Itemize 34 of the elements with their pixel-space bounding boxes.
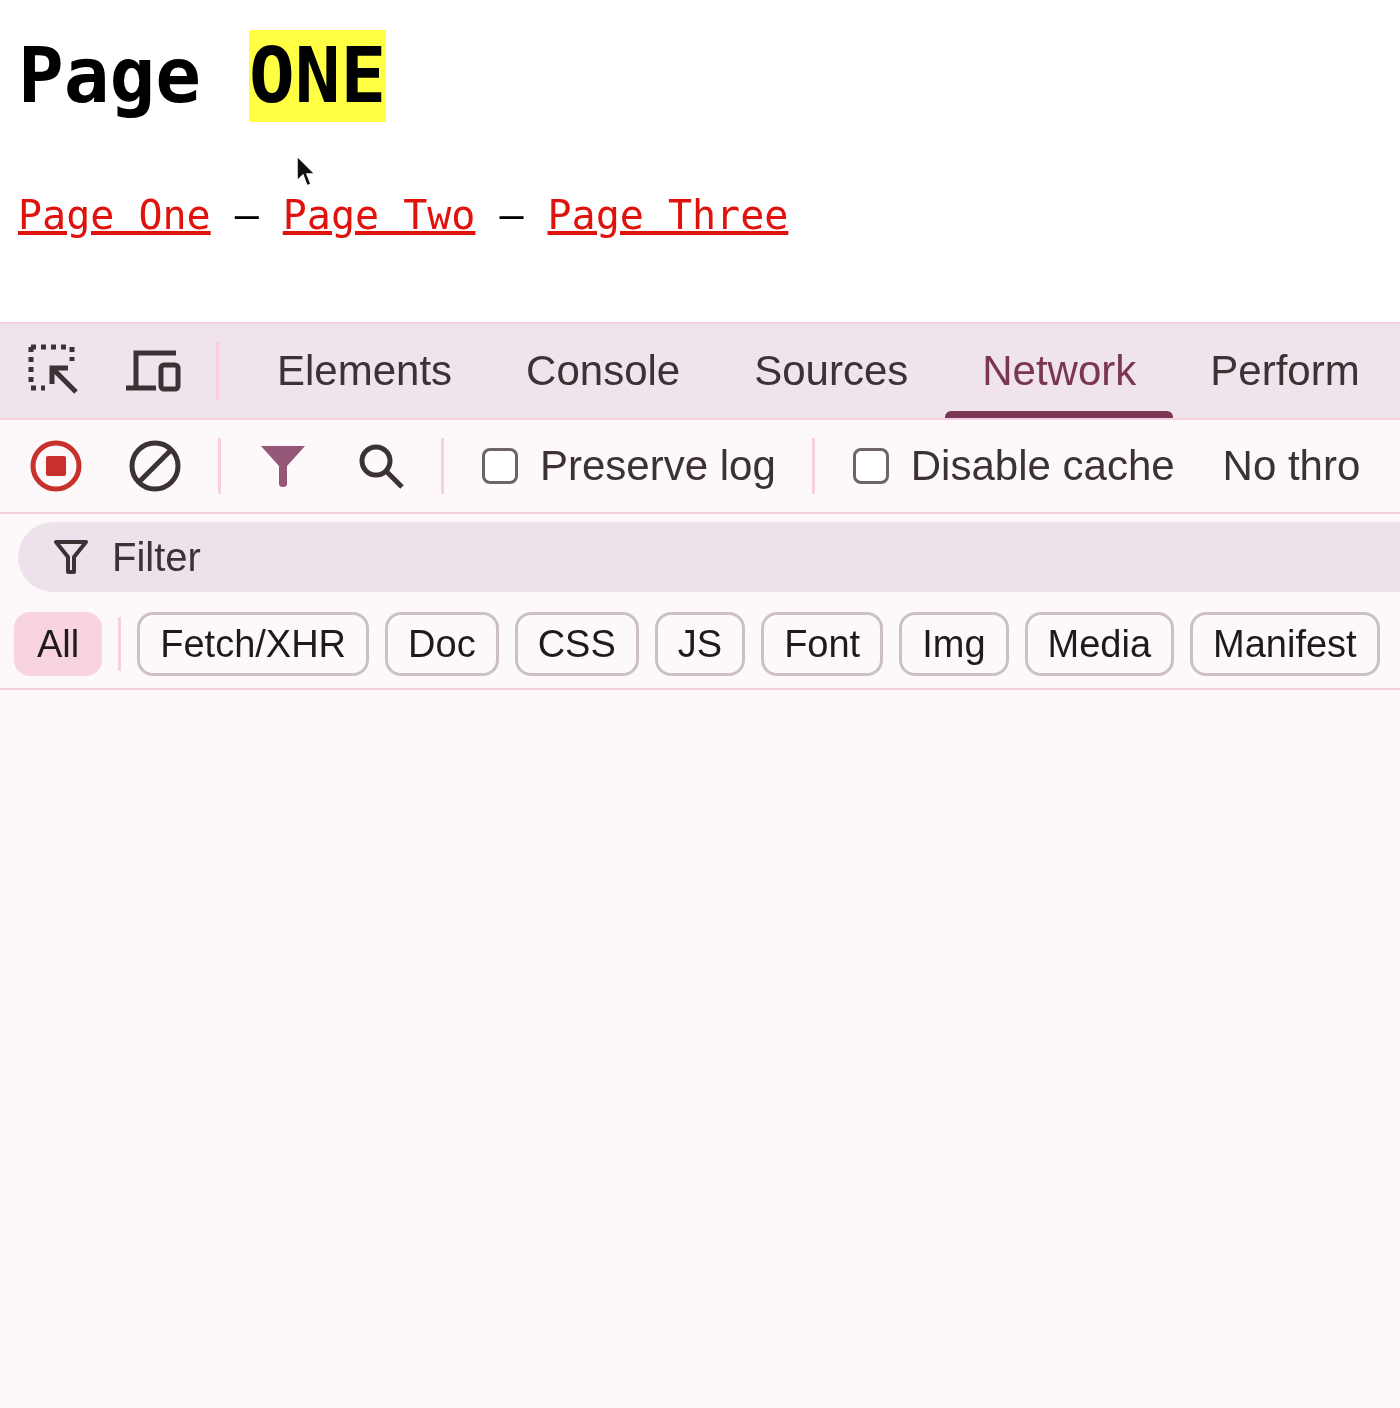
resource-type-filter[interactable]: Media <box>1024 612 1175 676</box>
resource-type-filter[interactable]: Fetch/XHR <box>137 612 370 676</box>
checkbox[interactable] <box>482 448 518 484</box>
highlighted-heading-word: ONE <box>249 30 387 122</box>
resource-type-filter[interactable]: Img <box>899 612 1009 676</box>
search-icon[interactable] <box>357 442 405 490</box>
resource-type-filter[interactable]: Font <box>761 612 884 676</box>
link-separator: – <box>499 192 524 238</box>
filter-bar[interactable]: Filter <box>18 522 1400 592</box>
resource-type-filter[interactable]: JS <box>654 612 746 676</box>
resource-type-filter[interactable]: All <box>14 612 103 676</box>
panel-tab[interactable]: Network <box>945 324 1174 418</box>
checkbox-label[interactable]: Disable cache <box>910 442 1175 490</box>
checkbox[interactable] <box>852 448 889 484</box>
panel-tab[interactable]: Sources <box>717 324 946 418</box>
panel-tab[interactable]: Perform <box>1173 324 1397 418</box>
panel-tab[interactable]: Elements <box>240 324 490 418</box>
clear-icon[interactable] <box>128 439 182 493</box>
device-toolbar-icon[interactable] <box>124 348 182 394</box>
resource-type-filter[interactable]: Doc <box>385 612 499 676</box>
filter-icon[interactable] <box>261 444 305 488</box>
link-separator: – <box>234 192 259 238</box>
page-link[interactable]: Page Three <box>547 192 789 238</box>
filter-field[interactable]: Filter <box>110 533 629 581</box>
panel-tab[interactable]: Console <box>489 324 718 418</box>
page-link[interactable]: Page One <box>18 192 211 238</box>
filter-icon <box>54 539 88 575</box>
resource-type-filter[interactable]: Manifest <box>1190 612 1380 676</box>
page-heading: Page <box>18 30 202 122</box>
stop-recording-icon[interactable] <box>30 440 82 492</box>
page-link[interactable]: Page Two <box>282 192 476 238</box>
checkbox-label[interactable]: Preserve log <box>540 442 776 490</box>
resource-type-filter[interactable]: CSS <box>514 612 639 676</box>
throttling-select[interactable]: No thro <box>1222 442 1361 490</box>
